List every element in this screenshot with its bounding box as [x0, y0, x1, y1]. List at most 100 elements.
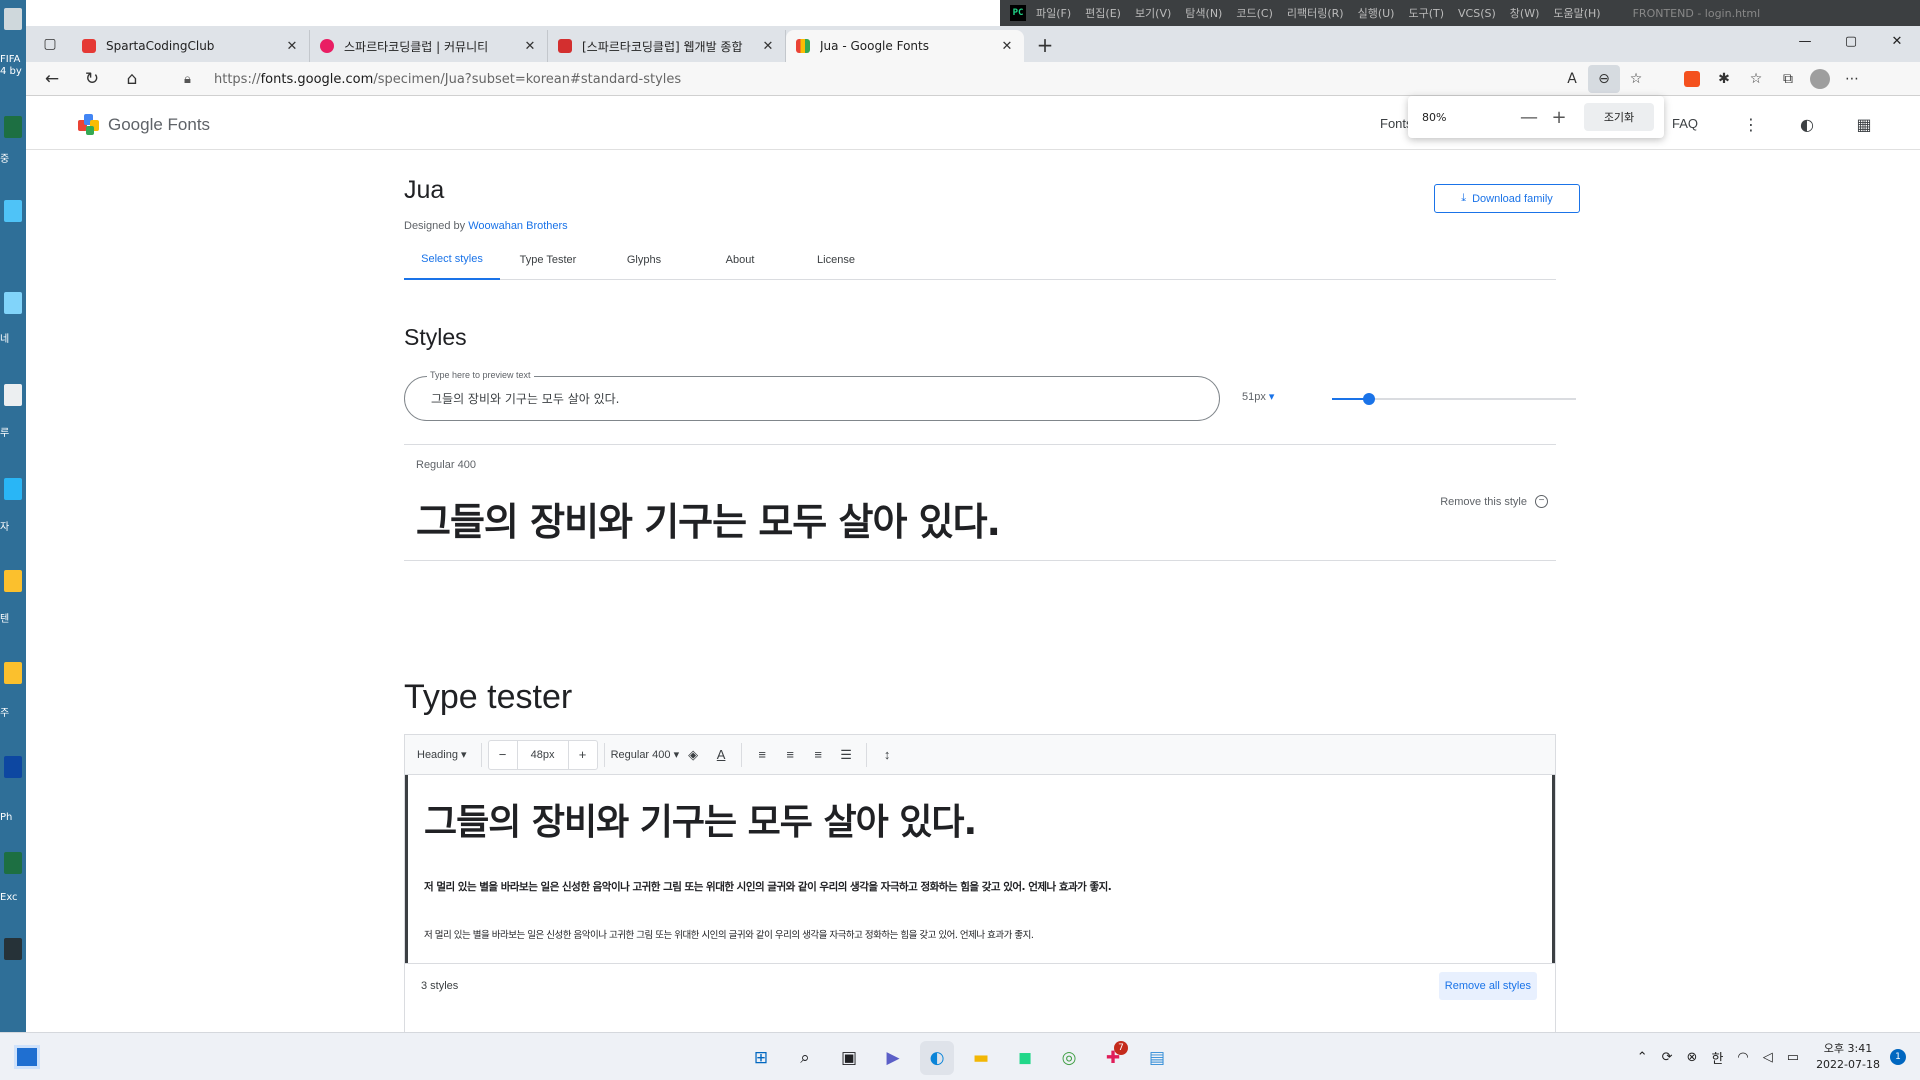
background-color-icon[interactable]: ◈ [679, 741, 707, 769]
ide-menu-edit[interactable]: 편집(E) [1085, 5, 1121, 21]
desktop-app-icon[interactable] [4, 938, 22, 960]
show-hidden-icons-icon[interactable]: ⌃ [1637, 1050, 1648, 1065]
file-explorer-icon[interactable]: ▬ [964, 1041, 998, 1075]
extension-icon[interactable] [1676, 65, 1708, 93]
zoom-out-button[interactable]: — [1514, 107, 1544, 128]
folder-icon[interactable] [4, 570, 22, 592]
decrease-size-button[interactable]: − [489, 741, 517, 769]
desktop-app-icon[interactable] [4, 292, 22, 314]
ime-indicator[interactable]: 한 [1711, 1048, 1723, 1067]
desktop-app-icon[interactable] [4, 8, 22, 30]
ide-menu-vcs[interactable]: VCS(S) [1458, 7, 1496, 20]
volume-icon[interactable]: ◁ [1763, 1050, 1773, 1065]
selected-families-icon[interactable]: ▦ [1852, 112, 1876, 136]
weight-select[interactable]: Regular 400 ▾ [611, 735, 680, 775]
close-window-button[interactable]: ✕ [1874, 26, 1920, 56]
task-view-icon[interactable]: ▣ [832, 1041, 866, 1075]
extensions-icon[interactable]: ✱ [1708, 65, 1740, 93]
more-vert-icon[interactable]: ⋮ [1739, 112, 1763, 136]
ide-menu-window[interactable]: 창(W) [1510, 5, 1540, 21]
ide-menu-refactor[interactable]: 리팩터링(R) [1287, 5, 1344, 21]
ide-menu-help[interactable]: 도움말(H) [1553, 5, 1600, 21]
maximize-button[interactable]: ▢ [1828, 26, 1874, 56]
gf-logo[interactable]: Google Fonts [78, 114, 210, 136]
sync-icon[interactable]: ⟳ [1662, 1050, 1673, 1065]
size-value[interactable]: 48px [516, 740, 569, 769]
tester-paragraph-text[interactable]: 저 멀리 있는 별을 바라보는 일은 신성한 음악이나 고귀한 그림 또는 위대… [424, 879, 1112, 894]
tab-select-styles[interactable]: Select styles [404, 240, 500, 280]
font-size-slider[interactable] [1332, 393, 1576, 405]
zoom-reset-button[interactable]: 조기화 [1584, 103, 1654, 131]
favorites-icon[interactable]: ☆ [1740, 65, 1772, 93]
desktop-app-icon[interactable] [4, 756, 22, 778]
excel-icon[interactable] [4, 852, 22, 874]
align-left-icon[interactable]: ≡ [748, 741, 776, 769]
desktop-app-icon[interactable] [4, 478, 22, 500]
close-icon[interactable]: ✕ [761, 39, 775, 54]
tester-paragraph-text[interactable]: 저 멀리 있는 별을 바라보는 일은 신성한 음악이나 고귀한 그림 또는 위대… [424, 927, 1034, 941]
read-aloud-icon[interactable]: A [1556, 65, 1588, 93]
new-tab-button[interactable]: + [1030, 30, 1060, 60]
url-field[interactable]: 🔒︎ https://fonts.google.com/specimen/Jua… [174, 64, 1578, 94]
slack-icon[interactable]: ✚ 7 [1096, 1041, 1130, 1075]
clock[interactable]: 오후 3:41 2022-07-18 [1816, 1041, 1880, 1073]
download-family-button[interactable]: ⤓ Download family [1434, 184, 1580, 213]
ide-menu-view[interactable]: 보기(V) [1135, 5, 1171, 21]
close-icon[interactable]: ✕ [285, 39, 299, 54]
line-height-icon[interactable]: ↕ [873, 741, 901, 769]
align-right-icon[interactable]: ≡ [804, 741, 832, 769]
favorite-add-icon[interactable]: ☆ [1620, 65, 1652, 93]
start-icon[interactable]: ⊞ [744, 1041, 778, 1075]
tester-heading-text[interactable]: 그들의 장비와 기구는 모두 살아 있다. [424, 793, 977, 845]
zoom-in-button[interactable]: + [1544, 107, 1574, 128]
back-button[interactable]: ← [32, 64, 72, 94]
align-justify-icon[interactable]: ☰ [832, 741, 860, 769]
widgets-icon[interactable] [14, 1045, 40, 1069]
browser-tab[interactable]: [스파르타코딩클럽] 웹개발 종합 ✕ [548, 30, 786, 62]
increase-size-button[interactable]: + [569, 741, 597, 769]
text-type-select[interactable]: Heading ▾ [417, 735, 467, 775]
folder-icon[interactable] [4, 662, 22, 684]
tab-actions-button[interactable]: ▢ [34, 29, 66, 59]
desktop-app-icon[interactable] [4, 384, 22, 406]
browser-tab[interactable]: SpartaCodingClub ✕ [72, 30, 310, 62]
close-icon[interactable]: ✕ [1000, 39, 1014, 54]
tab-glyphs[interactable]: Glyphs [596, 240, 692, 280]
browser-tab-active[interactable]: Jua - Google Fonts ✕ [786, 30, 1024, 62]
browser-tab[interactable]: 스파르타코딩클럽 | 커뮤니티 ✕ [310, 30, 548, 62]
search-icon[interactable]: ⌕ [788, 1041, 822, 1075]
remove-style-button[interactable]: Remove this style − [1440, 495, 1548, 508]
tab-type-tester[interactable]: Type Tester [500, 240, 596, 280]
battery-icon[interactable]: ▭ [1787, 1050, 1799, 1065]
more-options-icon[interactable]: ⋯ [1836, 65, 1868, 93]
notepad-icon[interactable]: ▤ [1140, 1041, 1174, 1075]
minimize-button[interactable]: — [1782, 26, 1828, 56]
collections-icon[interactable]: ⧉ [1772, 65, 1804, 93]
slider-thumb[interactable] [1362, 393, 1375, 405]
profile-avatar[interactable] [1804, 65, 1836, 93]
desktop-app-icon[interactable] [4, 200, 22, 222]
remove-all-styles-button[interactable]: Remove all styles [1438, 972, 1537, 1000]
close-icon[interactable]: ✕ [523, 39, 537, 54]
ide-menu-file[interactable]: 파일(F) [1036, 5, 1071, 21]
align-center-icon[interactable]: ≡ [776, 741, 804, 769]
ide-menu-code[interactable]: 코드(C) [1236, 5, 1273, 21]
excel-icon[interactable] [4, 116, 22, 138]
tab-about[interactable]: About [692, 240, 788, 280]
ide-menu-run[interactable]: 실행(U) [1358, 5, 1395, 21]
font-size-select[interactable]: 51px ▾ [1242, 390, 1274, 403]
pycharm-icon[interactable]: ◼ [1008, 1041, 1042, 1075]
designer-link[interactable]: Woowahan Brothers [468, 220, 567, 232]
text-color-icon[interactable]: A [707, 741, 735, 769]
refresh-button[interactable]: ↻ [72, 64, 112, 94]
tester-text-area[interactable]: 그들의 장비와 기구는 모두 살아 있다. 저 멀리 있는 별을 바라보는 일은… [405, 775, 1555, 963]
zoom-icon[interactable]: ⊖ [1588, 65, 1620, 93]
nav-faq[interactable]: FAQ [1672, 116, 1698, 131]
tab-license[interactable]: License [788, 240, 884, 280]
ide-menu-navigate[interactable]: 탐색(N) [1185, 5, 1222, 21]
edge-icon[interactable]: ◐ [920, 1041, 954, 1075]
app-tray-icon[interactable]: ⊗ [1687, 1050, 1698, 1065]
ide-menu-tools[interactable]: 도구(T) [1408, 5, 1444, 21]
theme-toggle-icon[interactable]: ◐ [1795, 112, 1819, 136]
app-icon[interactable]: ◎ [1052, 1041, 1086, 1075]
